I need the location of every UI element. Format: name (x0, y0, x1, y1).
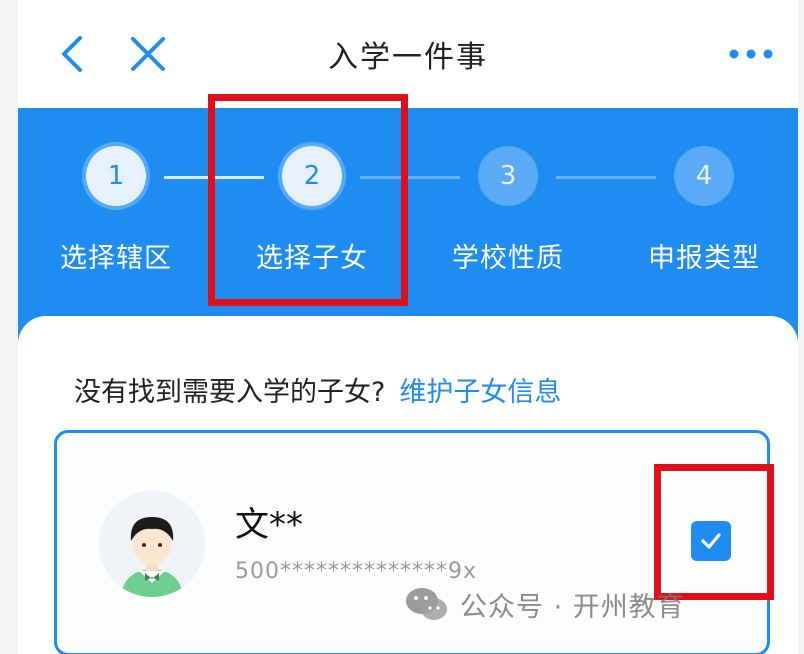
child-avatar-icon (99, 491, 205, 597)
step-number: 3 (478, 146, 538, 206)
step-4[interactable]: 4 申报类型 (606, 108, 798, 308)
prompt-text: 没有找到需要入学的子女? (74, 377, 386, 408)
navigation-bar: 入学一件事 (18, 0, 798, 108)
more-button[interactable] (726, 36, 776, 72)
step-label: 申报类型 (648, 243, 760, 274)
maintain-children-link[interactable]: 维护子女信息 (399, 377, 561, 408)
highlight-box-step-2 (208, 94, 408, 306)
watermark-text: 公众号 · 开州教育 (460, 591, 685, 623)
step-1[interactable]: 1 选择辖区 (18, 108, 214, 308)
highlight-box-checkbox (654, 464, 774, 600)
step-number: 1 (86, 146, 146, 206)
children-prompt: 没有找到需要入学的子女? 维护子女信息 (74, 370, 561, 409)
step-3[interactable]: 3 学校性质 (410, 108, 606, 308)
step-label: 选择辖区 (60, 243, 172, 274)
child-name: 文** (235, 505, 303, 545)
step-number: 4 (674, 146, 734, 206)
wechat-icon (406, 588, 447, 620)
page-title: 入学一件事 (328, 40, 488, 75)
step-progress: 1 选择辖区 2 选择子女 3 学校性质 4 申报类型 (18, 108, 798, 348)
more-dots-icon (729, 49, 773, 59)
child-id-number: 500**************9x (235, 559, 478, 584)
watermark: 公众号 · 开州教育 (404, 584, 685, 624)
step-label: 学校性质 (452, 243, 564, 274)
phone-screen: 入学一件事 1 选择辖区 2 选择子女 3 学校性质 4 申报类型 没有找到需要… (18, 0, 798, 654)
